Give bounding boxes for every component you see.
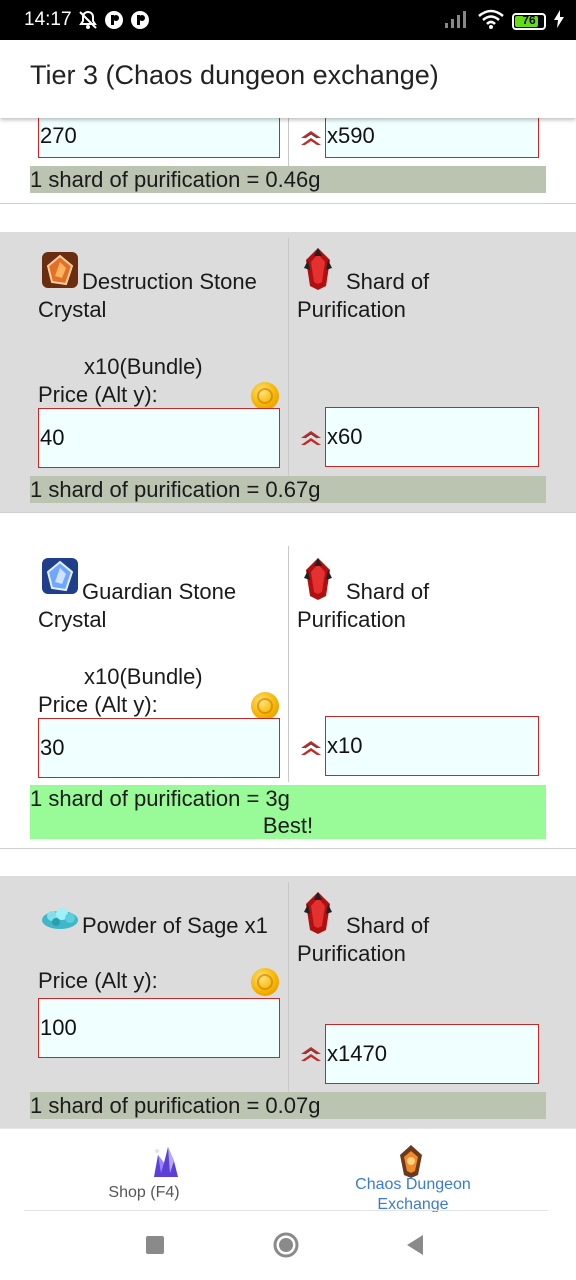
- rank-up-arrow-icon: [301, 431, 321, 445]
- app-notification-icon: [130, 10, 150, 34]
- price-label: Price (Alt y):: [38, 692, 158, 717]
- back-button[interactable]: [405, 1234, 425, 1256]
- shard-name-line1: Shard of: [346, 579, 430, 604]
- shard-name-line2: Purification: [297, 297, 406, 322]
- app-bar: Tier 3 (Chaos dungeon exchange): [0, 40, 576, 118]
- price-input[interactable]: 40: [38, 408, 280, 468]
- exchange-card: Destruction Stone Crystal x10(Bundle) Pr…: [0, 232, 576, 512]
- home-button[interactable]: [273, 1232, 299, 1258]
- item-name-line1: Powder of Sage x1: [82, 913, 268, 938]
- best-badge: Best!: [262, 813, 314, 838]
- exchange-list[interactable]: 270 x590 1 shard of purification = 0.46g…: [0, 118, 576, 1128]
- chaos-dungeon-icon: [400, 1145, 422, 1178]
- battery-level: 76: [522, 12, 536, 27]
- conversion-rate: 1 shard of purification = 3g: [30, 786, 290, 811]
- conversion-rate: 1 shard of purification = 0.67g: [30, 476, 546, 503]
- item-name-line1: Guardian Stone: [82, 579, 237, 604]
- item-name-line2: Crystal: [38, 297, 107, 322]
- shard-quantity-field[interactable]: x60: [325, 407, 539, 467]
- status-time: 14:17: [24, 9, 72, 30]
- shard-quantity-field[interactable]: x590: [325, 118, 539, 158]
- battery-icon: 76: [512, 12, 546, 30]
- bottom-navigation: Shop (F4) Chaos Dungeon Exchange: [0, 1128, 576, 1213]
- app-notification-icon: [104, 10, 124, 34]
- signal-icon: [444, 10, 470, 32]
- rank-up-arrow-icon: [301, 131, 321, 145]
- conversion-rate: 1 shard of purification = 0.46g: [30, 166, 546, 193]
- shard-name-line2: Purification: [297, 607, 406, 632]
- gold-coin-icon: [251, 968, 279, 996]
- system-navigation-bar: [0, 1212, 576, 1280]
- item-name-line1: Destruction Stone: [82, 269, 257, 294]
- recents-button[interactable]: [146, 1236, 164, 1254]
- exchange-card: 270 x590 1 shard of purification = 0.46g: [0, 118, 576, 200]
- wifi-icon: [478, 9, 504, 33]
- shard-name-line1: Shard of: [346, 269, 430, 294]
- exchange-card: Guardian Stone Crystal x10(Bundle) Price…: [0, 542, 576, 848]
- shop-crystals-icon: [154, 1147, 178, 1177]
- charging-icon: [554, 10, 564, 32]
- rank-up-arrow-icon: [301, 1047, 321, 1061]
- price-label: Price (Alt y):: [38, 382, 158, 407]
- shard-name-line1: Shard of: [346, 913, 430, 938]
- status-bar: 14:17 76: [0, 0, 576, 40]
- conversion-rate-best: 1 shard of purification = 3g Best!: [30, 785, 546, 839]
- nav-item-chaos-dungeon-exchange[interactable]: Chaos Dungeon Exchange: [267, 1129, 555, 1213]
- notifications-off-icon: [78, 10, 98, 34]
- nav-label-line1: Chaos Dungeon: [355, 1176, 471, 1193]
- shard-quantity-field[interactable]: x1470: [325, 1024, 539, 1084]
- gold-coin-icon: [251, 692, 279, 720]
- rank-up-arrow-icon: [301, 741, 321, 755]
- price-label: Price (Alt y):: [38, 968, 158, 993]
- shard-name-line2: Purification: [297, 941, 406, 966]
- page-title: Tier 3 (Chaos dungeon exchange): [30, 60, 439, 90]
- price-input[interactable]: 30: [38, 718, 280, 778]
- exchange-card: Powder of Sage x1 Price (Alt y): 100 Sha…: [0, 876, 576, 1128]
- shard-quantity-field[interactable]: x10: [325, 716, 539, 776]
- price-input[interactable]: 270: [38, 118, 280, 158]
- gold-coin-icon: [251, 382, 279, 410]
- bundle-label: x10(Bundle): [84, 354, 203, 379]
- conversion-rate: 1 shard of purification = 0.07g: [30, 1092, 546, 1119]
- nav-label-shop: Shop (F4): [108, 1184, 180, 1201]
- nav-item-shop[interactable]: Shop (F4): [21, 1129, 309, 1213]
- bundle-label: x10(Bundle): [84, 664, 203, 689]
- price-input[interactable]: 100: [38, 998, 280, 1058]
- item-name-line2: Crystal: [38, 607, 107, 632]
